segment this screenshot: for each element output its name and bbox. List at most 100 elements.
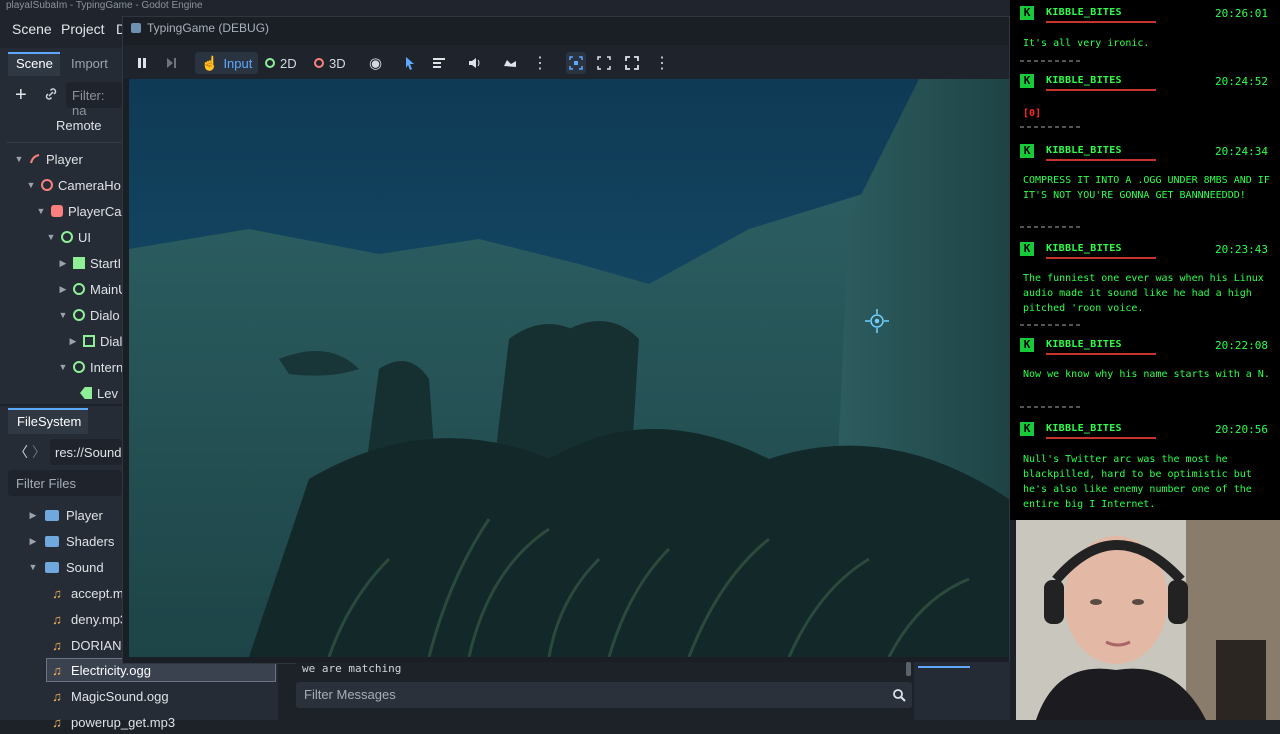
folder-row[interactable]: ▼ Sound [28, 555, 104, 579]
list-item-label: Sound [66, 559, 104, 575]
chat-username: KIBBLE_BITES [1046, 423, 1122, 434]
more-vertical-icon[interactable]: ⋮ [532, 52, 548, 74]
tree-node-dialog[interactable]: ▼ Dialo [58, 303, 120, 327]
toggle-indicator [918, 666, 970, 668]
input-mode-button[interactable]: ☝ Input [195, 52, 259, 74]
file-row[interactable]: ♫ powerup_get.mp3 [50, 710, 175, 734]
menu-project[interactable]: Project [61, 21, 105, 37]
chat-message: K KIBBLE_BITES 20:20:56 Null's Twitter a… [1010, 416, 1280, 520]
list-item-label: accept.m [71, 585, 124, 601]
list-item-label: Electricity.ogg [71, 662, 151, 678]
chat-username: KIBBLE_BITES [1046, 7, 1122, 18]
control-icon [73, 361, 85, 373]
select-arrow-icon[interactable] [404, 52, 416, 74]
search-icon[interactable] [892, 688, 906, 702]
chevron-down-icon[interactable]: ▼ [58, 362, 68, 372]
tree-node-camera-holder[interactable]: ▼ CameraHo [26, 173, 121, 197]
file-row[interactable]: ♫ deny.mp3 [50, 607, 127, 631]
chevron-right-icon[interactable]: ▶ [58, 284, 68, 295]
chevron-right-icon[interactable]: ▶ [28, 510, 38, 521]
chat-timestamp: 20:22:08 [1215, 339, 1268, 352]
tree-node-interface[interactable]: ▼ Intern [58, 355, 124, 379]
chevron-down-icon[interactable]: ▼ [46, 232, 56, 242]
tree-node-main-ui[interactable]: ▶ MainU [58, 277, 128, 301]
divider [1020, 406, 1080, 408]
divider [1020, 324, 1080, 326]
chat-emote: [0] [1023, 108, 1042, 119]
add-node-icon[interactable]: + [15, 84, 27, 107]
folder-icon [45, 561, 59, 573]
filter-files-input[interactable]: Filter Files [8, 470, 122, 496]
file-row[interactable]: ♫ MagicSound.ogg [50, 684, 169, 708]
chat-text: COMPRESS IT INTO A .OGG UNDER 8MBS AND I… [1023, 175, 1270, 201]
link-icon[interactable] [44, 87, 58, 101]
stream-chat: K KIBBLE_BITES 20:26:01 It's all very ir… [1010, 0, 1280, 520]
chat-username: KIBBLE_BITES [1046, 243, 1122, 254]
mode-2d-button[interactable]: 2D [265, 52, 297, 74]
chevron-right-icon[interactable]: ▶ [58, 258, 68, 269]
back-arrow-icon[interactable]: 〈 [14, 442, 28, 462]
list-item-label: MagicSound.ogg [71, 688, 169, 704]
mode-3d-button[interactable]: 3D [314, 52, 346, 74]
scrollbar[interactable] [906, 662, 911, 676]
eye-icon[interactable]: ◉ [369, 52, 382, 74]
chevron-down-icon[interactable]: ▼ [14, 154, 24, 164]
filter-messages-input[interactable]: Filter Messages [296, 682, 912, 708]
chevron-down-icon[interactable]: ▼ [28, 562, 38, 572]
remote-tab[interactable]: Remote [56, 118, 102, 133]
texture-rect-icon [83, 335, 95, 347]
fit-view-icon[interactable] [566, 52, 586, 74]
window-title: playaISubaIm - TypingGame - Godot Engine [6, 0, 203, 11]
file-row[interactable]: ♫ accept.m [50, 581, 124, 605]
audio-file-icon: ♫ [52, 662, 62, 678]
kick-badge-icon: K [1020, 422, 1034, 436]
chevron-down-icon[interactable]: ▼ [58, 310, 68, 320]
chat-message: K KIBBLE_BITES 20:24:34 COMPRESS IT INTO… [1010, 138, 1280, 232]
tab-import[interactable]: Import [71, 56, 108, 71]
chat-header: K KIBBLE_BITES 20:24:34 [1014, 144, 1276, 161]
chat-username: KIBBLE_BITES [1046, 145, 1122, 156]
folder-row[interactable]: ▶ Shaders [28, 529, 115, 553]
pause-icon[interactable] [136, 52, 148, 74]
folder-row[interactable]: ▶ Player [28, 503, 103, 527]
speaker-icon[interactable] [468, 52, 482, 74]
next-frame-icon[interactable] [165, 52, 177, 74]
list-item-label: Shaders [66, 533, 115, 549]
tree-node-dialog-texture[interactable]: ▶ Dial [68, 329, 123, 353]
chat-timestamp: 20:24:34 [1215, 145, 1268, 158]
camera-override-icon[interactable] [503, 52, 517, 74]
tree-node-start[interactable]: ▶ StartI [58, 251, 122, 275]
forward-arrow-icon[interactable]: 〉 [32, 442, 46, 462]
tree-node-level[interactable]: Lev [80, 381, 118, 405]
chevron-right-icon[interactable]: ▶ [28, 536, 38, 547]
divider [1020, 60, 1080, 62]
game-window: TypingGame (DEBUG) ☝ Input 2D 3D ◉ ⋮ ⋮ [122, 16, 1010, 664]
tree-node-player[interactable]: ▼ Player [14, 147, 83, 171]
color-rect-icon [73, 257, 85, 269]
list-item-label: Player [66, 507, 103, 523]
menu-scene[interactable]: Scene [12, 21, 52, 37]
fullscreen-icon[interactable] [625, 52, 639, 74]
list-select-icon[interactable] [432, 52, 446, 74]
tree-node-player-camera[interactable]: ▼ PlayerCa [36, 199, 122, 223]
mode-3d-label: 3D [329, 55, 346, 71]
tree-node-label: Player [46, 151, 83, 167]
filter-files-placeholder: Filter Files [16, 476, 76, 491]
game-viewport[interactable] [129, 79, 1009, 657]
tree-node-ui[interactable]: ▼ UI [46, 225, 91, 249]
file-row[interactable]: ♫ DORIAN.( [50, 633, 129, 657]
tree-node-label: Dialo [90, 307, 120, 323]
chevron-right-icon[interactable]: ▶ [68, 336, 78, 347]
node2d-icon [265, 58, 275, 68]
tree-node-label: UI [78, 229, 91, 245]
chat-timestamp: 20:20:56 [1215, 423, 1268, 436]
chat-header: K KIBBLE_BITES 20:23:43 [1014, 242, 1276, 259]
chevron-down-icon[interactable]: ▼ [26, 180, 36, 190]
tree-node-label: Lev [97, 385, 118, 401]
audio-file-icon: ♫ [52, 714, 62, 730]
expand-icon[interactable] [597, 52, 611, 74]
more-vertical-icon[interactable]: ⋮ [654, 52, 670, 74]
chevron-down-icon[interactable]: ▼ [36, 206, 46, 216]
path-field[interactable]: res://Sound [50, 439, 122, 465]
scene-filter-input[interactable]: Filter: na [66, 82, 122, 118]
